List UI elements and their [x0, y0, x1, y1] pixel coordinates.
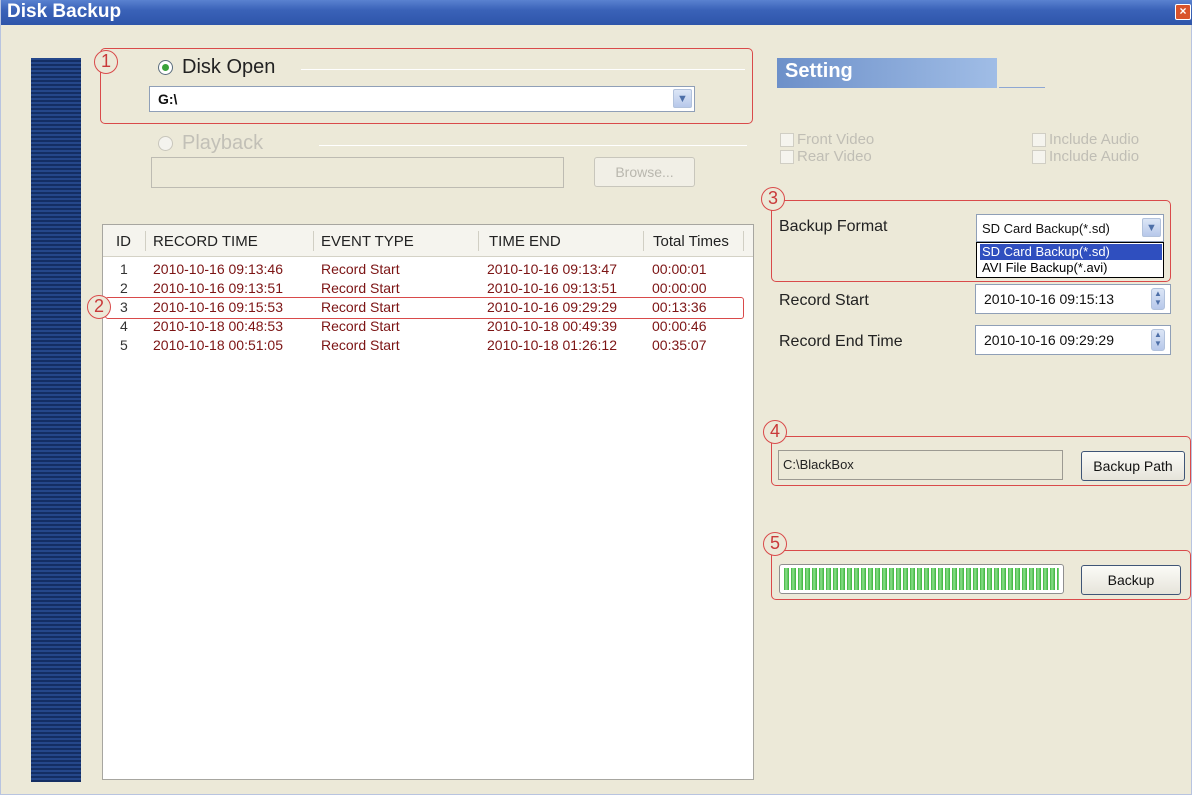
- playback-label: Playback: [182, 132, 264, 154]
- rear-include-audio-option[interactable]: Include Audio: [1032, 148, 1139, 165]
- column-divider: [145, 231, 146, 251]
- front-video-checkbox[interactable]: [780, 132, 794, 147]
- cell-id: 2: [120, 280, 128, 296]
- record-end-time-label: Record End Time: [779, 333, 903, 350]
- window-title: Disk Backup: [7, 1, 122, 22]
- front-include-audio-option[interactable]: Include Audio: [1032, 131, 1139, 148]
- callout-number-4: 4: [763, 420, 787, 444]
- table-row[interactable]: 1 2010-10-16 09:13:46 Record Start 2010-…: [103, 261, 753, 277]
- callout-number-5: 5: [763, 532, 787, 556]
- playback-path-field[interactable]: [151, 157, 564, 188]
- table-row[interactable]: 4 2010-10-18 00:48:53 Record Start 2010-…: [103, 318, 753, 334]
- cell-event-type: Record Start: [321, 318, 400, 334]
- column-header-event-type[interactable]: EVENT TYPE: [321, 233, 414, 250]
- setting-header: Setting: [777, 58, 997, 88]
- front-include-audio-checkbox[interactable]: [1032, 132, 1046, 147]
- rear-video-checkbox[interactable]: [780, 149, 794, 164]
- cell-id: 5: [120, 337, 128, 353]
- rear-video-option[interactable]: Rear Video: [780, 148, 872, 165]
- callout-box-2: [105, 297, 744, 319]
- column-header-total-times[interactable]: Total Times: [653, 233, 729, 250]
- column-divider: [313, 231, 314, 251]
- close-icon[interactable]: ×: [1175, 4, 1191, 20]
- cell-time-end: 2010-10-16 09:13:51: [487, 280, 617, 296]
- front-video-label: Front Video: [797, 131, 875, 148]
- record-start-field[interactable]: 2010-10-16 09:15:13 ▲ ▼: [975, 284, 1171, 314]
- cell-time-end: 2010-10-16 09:13:47: [487, 261, 617, 277]
- record-start-label: Record Start: [779, 292, 869, 309]
- record-end-time-value: 2010-10-16 09:29:29: [984, 332, 1114, 348]
- playback-option[interactable]: Playback: [158, 132, 263, 155]
- rear-include-audio-checkbox[interactable]: [1032, 149, 1046, 164]
- callout-number-3: 3: [761, 187, 785, 211]
- column-header-record-time[interactable]: RECORD TIME: [153, 233, 258, 250]
- rear-video-label: Rear Video: [797, 148, 872, 165]
- cell-record-time: 2010-10-18 00:48:53: [153, 318, 283, 334]
- playback-group-line: [319, 145, 747, 146]
- cell-total-times: 00:35:07: [652, 337, 707, 353]
- cell-total-times: 00:00:46: [652, 318, 707, 334]
- disk-backup-window: Disk Backup × Disk Open G:\ ▼ 1 Playback…: [0, 0, 1192, 795]
- cell-event-type: Record Start: [321, 280, 400, 296]
- record-list-header: ID RECORD TIME EVENT TYPE TIME END Total…: [103, 225, 753, 257]
- cell-record-time: 2010-10-16 09:13:51: [153, 280, 283, 296]
- title-bar: Disk Backup ×: [1, 0, 1192, 25]
- column-divider: [643, 231, 644, 251]
- record-start-value: 2010-10-16 09:15:13: [984, 291, 1114, 307]
- front-include-audio-label: Include Audio: [1049, 131, 1140, 148]
- browse-button[interactable]: Browse...: [594, 157, 695, 187]
- callout-box-1: [100, 48, 753, 124]
- cell-record-time: 2010-10-18 00:51:05: [153, 337, 283, 353]
- column-header-id[interactable]: ID: [116, 233, 131, 250]
- column-divider: [743, 231, 744, 251]
- callout-box-3: [771, 200, 1171, 282]
- front-video-option[interactable]: Front Video: [780, 131, 874, 148]
- cell-event-type: Record Start: [321, 261, 400, 277]
- cell-total-times: 00:00:01: [652, 261, 707, 277]
- playback-radio[interactable]: [158, 136, 173, 151]
- cell-time-end: 2010-10-18 00:49:39: [487, 318, 617, 334]
- cell-id: 4: [120, 318, 128, 334]
- column-divider: [478, 231, 479, 251]
- table-row[interactable]: 5 2010-10-18 00:51:05 Record Start 2010-…: [103, 337, 753, 353]
- cell-total-times: 00:00:00: [652, 280, 707, 296]
- side-decoration: [31, 58, 81, 782]
- spinner-icon[interactable]: ▲ ▼: [1151, 329, 1165, 351]
- callout-box-5: [771, 550, 1191, 600]
- cell-time-end: 2010-10-18 01:26:12: [487, 337, 617, 353]
- spinner-icon[interactable]: ▲ ▼: [1151, 288, 1165, 310]
- record-end-time-field[interactable]: 2010-10-16 09:29:29 ▲ ▼: [975, 325, 1171, 355]
- callout-box-4: [771, 436, 1191, 486]
- cell-record-time: 2010-10-16 09:13:46: [153, 261, 283, 277]
- column-header-time-end[interactable]: TIME END: [489, 233, 561, 250]
- setting-header-line: [999, 87, 1045, 88]
- callout-number-2: 2: [87, 295, 111, 319]
- callout-number-1: 1: [94, 50, 118, 74]
- rear-include-audio-label: Include Audio: [1049, 148, 1140, 165]
- cell-id: 1: [120, 261, 128, 277]
- cell-event-type: Record Start: [321, 337, 400, 353]
- table-row[interactable]: 2 2010-10-16 09:13:51 Record Start 2010-…: [103, 280, 753, 296]
